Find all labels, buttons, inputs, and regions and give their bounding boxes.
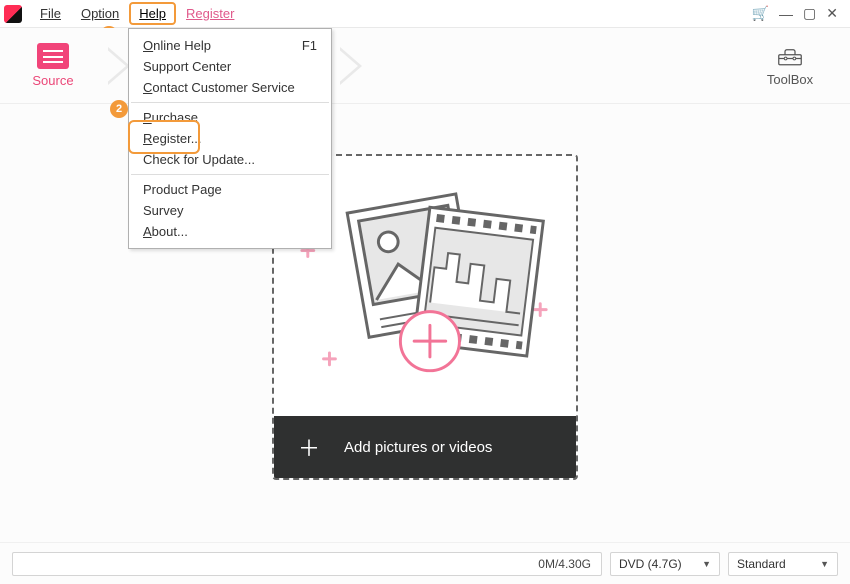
menu-option[interactable]: Option <box>71 2 129 25</box>
maximize-button[interactable]: ▢ <box>803 5 816 22</box>
dd-about[interactable]: About... <box>129 221 331 242</box>
dd-support-center[interactable]: Support Center <box>129 56 331 77</box>
chevron-icon <box>332 43 378 89</box>
dd-product-page[interactable]: Product Page <box>129 179 331 200</box>
app-logo-icon <box>4 5 22 23</box>
dd-survey[interactable]: Survey <box>129 200 331 221</box>
menubar: File Option Help Register 🛒 — ▢ ✕ <box>0 0 850 28</box>
dd-online-help-shortcut: F1 <box>302 38 317 53</box>
add-media-bar[interactable]: ＋ Add pictures or videos <box>274 416 576 478</box>
quality-select[interactable]: Standard ▼ <box>728 552 838 576</box>
close-button[interactable]: ✕ <box>826 5 838 22</box>
step-source[interactable]: Source <box>6 43 100 88</box>
plus-icon: ＋ <box>298 431 320 463</box>
toolbox-button[interactable]: ToolBox <box>750 44 830 87</box>
step-source-label: Source <box>32 73 73 88</box>
menu-register[interactable]: Register <box>176 2 244 25</box>
window-controls: 🛒 — ▢ ✕ <box>752 5 846 22</box>
toolbox-label: ToolBox <box>767 72 813 87</box>
cart-icon[interactable]: 🛒 <box>752 5 769 22</box>
help-dropdown: Online Help F1 Support Center Contact Cu… <box>128 28 332 249</box>
quality-value: Standard <box>737 557 786 571</box>
size-readout: 0M/4.30G <box>12 552 602 576</box>
dd-purchase[interactable]: Purchase <box>129 107 331 128</box>
disc-type-select[interactable]: DVD (4.7G) ▼ <box>610 552 720 576</box>
caret-down-icon: ▼ <box>702 559 711 569</box>
dd-contact[interactable]: Contact Customer Service <box>129 77 331 98</box>
menu-file[interactable]: File <box>30 2 71 25</box>
dd-register[interactable]: Register... <box>129 128 331 149</box>
bottom-bar: 0M/4.30G DVD (4.7G) ▼ Standard ▼ <box>0 542 850 584</box>
toolbox-icon <box>775 44 805 68</box>
caret-down-icon: ▼ <box>820 559 829 569</box>
dd-separator <box>131 102 329 103</box>
dd-check-update[interactable]: Check for Update... <box>129 149 331 170</box>
dd-separator <box>131 174 329 175</box>
add-media-label: Add pictures or videos <box>344 439 492 456</box>
disc-type-value: DVD (4.7G) <box>619 557 682 571</box>
source-icon <box>37 43 69 69</box>
minimize-button[interactable]: — <box>779 6 793 22</box>
dd-online-help[interactable]: Online Help F1 <box>129 35 331 56</box>
menu-help[interactable]: Help <box>129 2 176 25</box>
